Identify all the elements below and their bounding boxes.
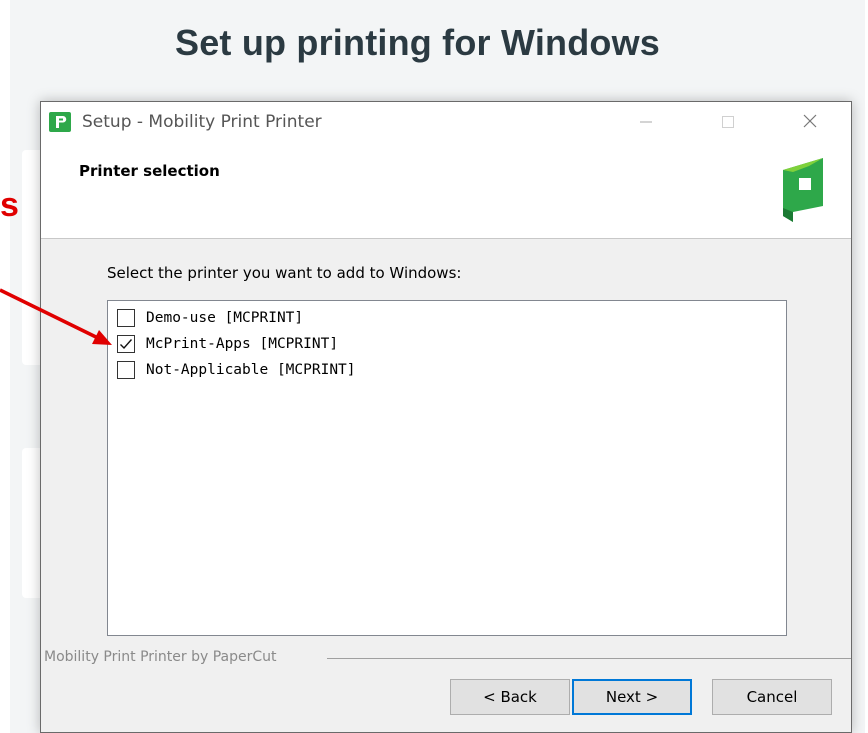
footer-brand-label: Mobility Print Printer by PaperCut xyxy=(44,649,277,665)
setup-dialog: Setup - Mobility Print Printer Printer s… xyxy=(40,101,852,733)
close-icon xyxy=(802,113,818,134)
next-button[interactable]: Next > xyxy=(572,679,692,715)
printer-listbox[interactable]: Demo-use [MCPRINT] McPrint-Apps [MCPRINT… xyxy=(107,300,787,636)
printer-label: Not-Applicable [MCPRINT] xyxy=(146,362,356,378)
close-button[interactable] xyxy=(787,102,833,144)
wizard-step-title: Printer selection xyxy=(79,162,220,180)
page-title: Set up printing for Windows xyxy=(175,22,661,63)
printer-checkbox[interactable] xyxy=(117,361,135,379)
maximize-button[interactable] xyxy=(705,102,751,144)
cancel-button[interactable]: Cancel xyxy=(712,679,832,715)
minimize-button[interactable] xyxy=(623,102,669,144)
printer-label: McPrint-Apps [MCPRINT] xyxy=(146,336,339,352)
printer-list-item[interactable]: Not-Applicable [MCPRINT] xyxy=(117,357,356,383)
minimize-icon xyxy=(639,113,653,134)
printer-checkbox[interactable] xyxy=(117,309,135,327)
window-title: Setup - Mobility Print Printer xyxy=(82,112,322,132)
maximize-icon xyxy=(721,113,735,134)
annotation-cropped-letter: s xyxy=(0,186,19,224)
printer-list-item[interactable]: McPrint-Apps [MCPRINT] xyxy=(117,331,338,357)
checkmark-icon xyxy=(120,339,133,350)
wizard-header: Printer selection xyxy=(41,144,851,239)
printer-checkbox[interactable] xyxy=(117,335,135,353)
printer-list-item[interactable]: Demo-use [MCPRINT] xyxy=(117,305,303,331)
instruction-label: Select the printer you want to add to Wi… xyxy=(107,264,462,282)
printer-label: Demo-use [MCPRINT] xyxy=(146,310,304,326)
papercut-logo-icon xyxy=(779,158,825,226)
title-bar[interactable]: Setup - Mobility Print Printer xyxy=(41,102,851,144)
back-button[interactable]: < Back xyxy=(450,679,570,715)
footer-divider xyxy=(327,658,851,659)
app-icon xyxy=(49,112,71,132)
